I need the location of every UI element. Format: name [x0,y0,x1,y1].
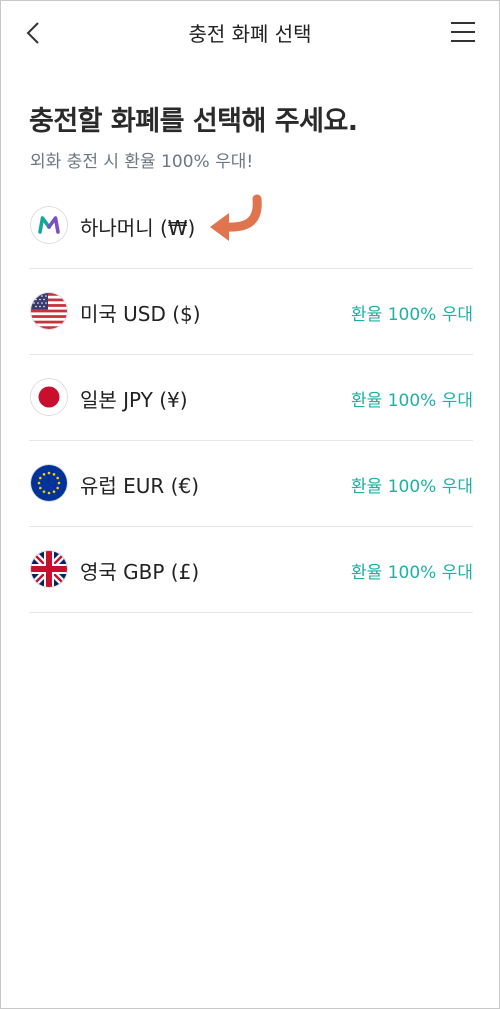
currency-label: 일본 JPY (¥) [80,388,188,412]
headline: 충전할 화폐를 선택해 주세요. [29,106,358,137]
back-button[interactable] [15,15,51,51]
top-navigation-bar: 충전 화폐 선택 [1,1,499,63]
currency-list: 하나머니 (₩) 미국 USD ($) 환율 100% 우대 일본 JPY (¥… [29,183,473,613]
currency-option-jpy[interactable]: 일본 JPY (¥) 환율 100% 우대 [29,355,473,441]
curved-arrow-annotation-icon [210,194,262,241]
exchange-rate-badge: 환율 100% 우대 [351,563,473,583]
app-screen: 충전 화폐 선택 충전할 화폐를 선택해 주세요. 외화 충전 시 환율 100… [0,0,500,1009]
japan-flag-icon [31,379,67,415]
currency-label: 하나머니 (₩) [80,216,196,240]
exchange-rate-badge: 환율 100% 우대 [351,477,473,497]
exchange-rate-badge: 환율 100% 우대 [351,305,473,325]
currency-label: 미국 USD ($) [80,302,201,326]
exchange-rate-badge: 환율 100% 우대 [351,391,473,411]
hana-money-logo-icon [31,207,67,243]
currency-option-usd[interactable]: 미국 USD ($) 환율 100% 우대 [29,269,473,355]
subheadline: 외화 충전 시 환율 100% 우대! [30,152,254,172]
menu-button[interactable] [449,18,479,46]
currency-label: 영국 GBP (£) [80,560,200,584]
currency-label: 유럽 EUR (€) [80,474,200,498]
currency-option-gbp[interactable]: 영국 GBP (£) 환율 100% 우대 [29,527,473,613]
currency-option-eur[interactable]: 유럽 EUR (€) 환율 100% 우대 [29,441,473,527]
eu-flag-icon [31,465,67,501]
chevron-left-icon [26,22,39,44]
page-title: 충전 화폐 선택 [188,22,312,46]
us-flag-icon [31,293,67,329]
uk-flag-icon [31,551,67,587]
